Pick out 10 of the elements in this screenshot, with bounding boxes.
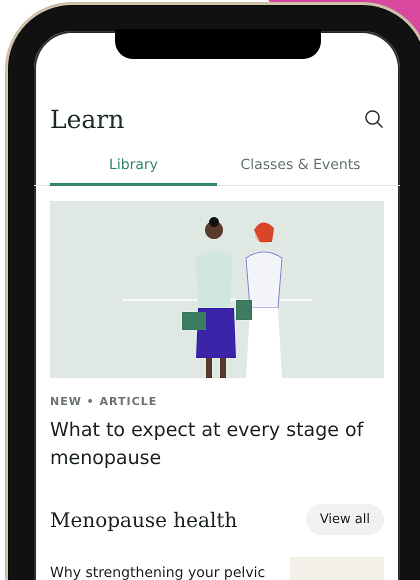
page-title: Learn xyxy=(50,104,124,134)
article-title[interactable]: Why strengthening your pelvic xyxy=(50,557,266,580)
article-illustration[interactable] xyxy=(50,201,384,378)
tab[interactable]: Library xyxy=(50,151,217,186)
tab[interactable]: Classes & Events xyxy=(217,151,384,186)
section-title: Menopause health xyxy=(50,508,238,532)
view-all-button[interactable]: View all xyxy=(306,504,384,535)
search-icon[interactable] xyxy=(364,109,384,129)
article-tag: NEW • ARTICLE xyxy=(50,395,384,408)
article-title[interactable]: What to expect at every stage of menopause xyxy=(50,416,384,472)
